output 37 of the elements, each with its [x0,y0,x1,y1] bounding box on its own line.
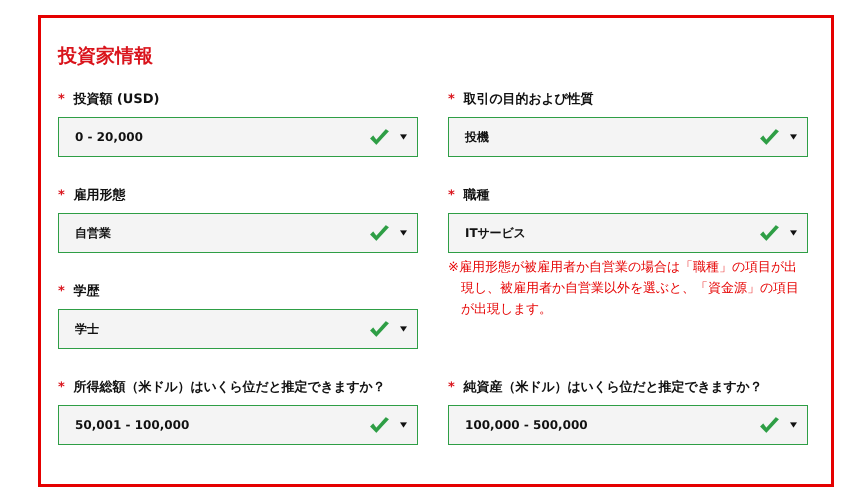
dropdown[interactable]: 0 - 20,000 [58,117,418,157]
section-title: 投資家情報 [58,44,154,68]
checkmark-icon [369,224,390,242]
checkmark-icon [759,224,780,242]
dropdown[interactable]: 投機 [448,117,808,157]
field-label: 純資産（米ドル）はいくら位だと推定できますか？ [463,380,762,395]
required-mark: * [58,380,65,395]
field-label: 所得総額（米ドル）はいくら位だと推定できますか？ [73,380,386,395]
caret-icon [400,134,407,140]
caret-icon [400,422,407,428]
note-text: ※雇用形態が被雇用者か自営業の場合は「職種」の項目が出現し、被雇用者か自営業以外を選ぶと、「資金源」の項目が出現します。 [448,259,800,319]
checkmark-icon [369,128,390,146]
field-label: 学歴 [73,284,100,299]
required-mark: * [448,188,455,203]
dropdown[interactable]: ITサービス [448,213,808,253]
dropdown[interactable]: 学士 [58,309,418,349]
caret-icon [790,422,797,428]
checkmark-icon [369,320,390,338]
caret-icon [400,326,407,332]
required-mark: * [58,284,65,299]
required-mark: * [448,380,455,395]
dropdown[interactable]: 自営業 [58,213,418,253]
field-label: 雇用形態 [73,188,126,203]
checkmark-icon [369,416,390,434]
caret-icon [400,230,407,236]
field-label: 職種 [463,188,490,203]
caret-icon [790,134,797,140]
dropdown[interactable]: 100,000 - 500,000 [448,405,808,445]
field-label: 投資額 (USD) [73,92,160,107]
checkmark-icon [759,416,780,434]
caret-icon [790,230,797,236]
required-mark: * [448,92,455,107]
required-mark: * [58,188,65,203]
field-label: 取引の目的および性質 [463,92,594,107]
checkmark-icon [759,128,780,146]
dropdown[interactable]: 50,001 - 100,000 [58,405,418,445]
required-mark: * [58,92,65,107]
